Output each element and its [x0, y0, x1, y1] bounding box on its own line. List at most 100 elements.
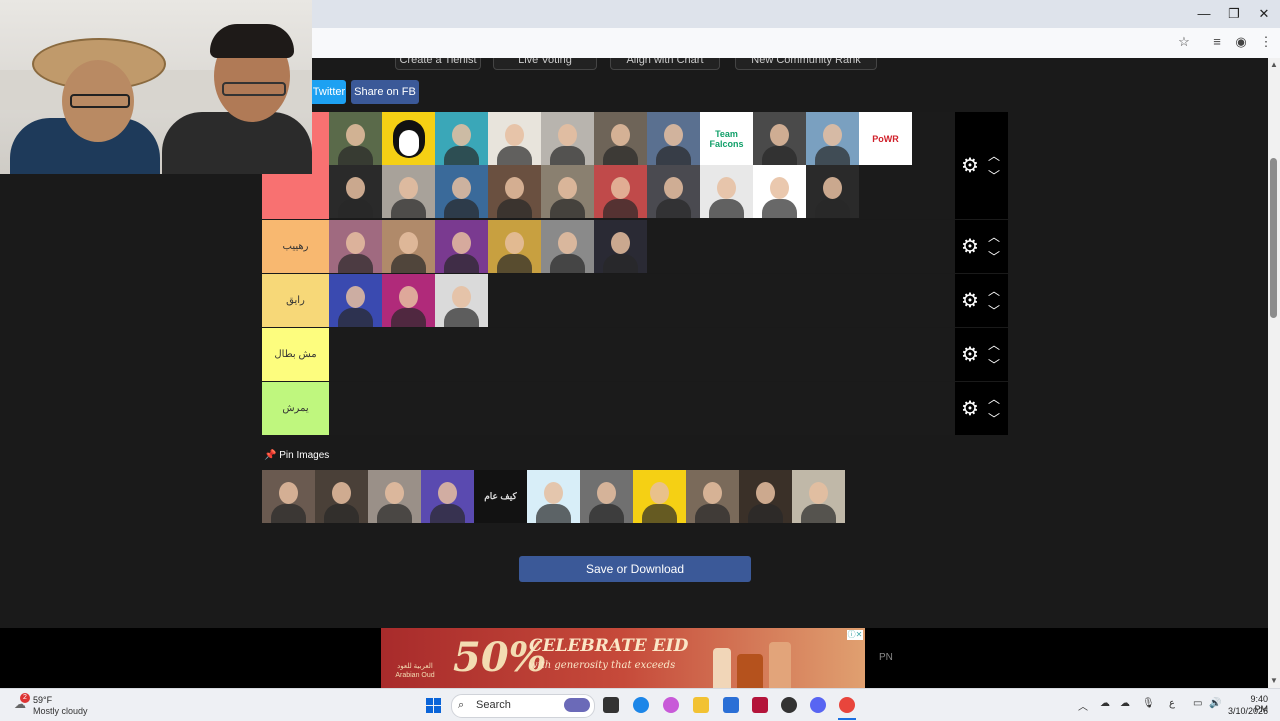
scrollbar[interactable]: ▲ ▼: [1268, 58, 1280, 688]
profile-icon[interactable]: ◉: [1232, 34, 1250, 50]
media-icon[interactable]: ≡: [1208, 34, 1226, 50]
star-icon[interactable]: ☆: [1175, 34, 1193, 50]
tier-label[interactable]: رايق: [262, 274, 329, 327]
obs-icon[interactable]: [781, 697, 797, 713]
tier-item-image[interactable]: [753, 165, 806, 218]
gear-icon[interactable]: ⚙: [959, 398, 981, 420]
file-explorer-icon[interactable]: [693, 697, 709, 713]
close-button[interactable]: ✕: [1249, 4, 1279, 24]
discord-icon[interactable]: [810, 697, 826, 713]
pin-image[interactable]: [633, 470, 686, 523]
minimize-button[interactable]: —: [1189, 4, 1219, 24]
tier-item-image[interactable]: [594, 112, 647, 165]
chevron-down-icon[interactable]: ﹀: [987, 170, 1001, 182]
tier-item-image[interactable]: [435, 165, 488, 218]
live-voting-button[interactable]: Live Voting: [493, 58, 597, 70]
tier-item-image[interactable]: [488, 220, 541, 273]
tier-item-image[interactable]: [329, 220, 382, 273]
tier-item-image[interactable]: [753, 112, 806, 165]
store-icon[interactable]: [723, 697, 739, 713]
tier-label[interactable]: رهييب: [262, 220, 329, 273]
tier-item-image[interactable]: [435, 112, 488, 165]
share-facebook-button[interactable]: Share on FB: [351, 80, 419, 104]
tier-item-image[interactable]: [594, 220, 647, 273]
tier-item-image[interactable]: [382, 165, 435, 218]
tier-item-image[interactable]: [488, 112, 541, 165]
chevron-up-icon[interactable]: ︿: [1078, 698, 1088, 713]
create-tierlist-button[interactable]: Create a Tierlist: [395, 58, 481, 70]
chevron-down-icon[interactable]: ﹀: [987, 413, 1001, 425]
pin-image[interactable]: [580, 470, 633, 523]
tier-label[interactable]: مش بطال: [262, 328, 329, 381]
pin-image[interactable]: [262, 470, 315, 523]
tier-item-image[interactable]: [594, 165, 647, 218]
network-icon[interactable]: ▭: [1193, 698, 1202, 709]
onedrive-icon[interactable]: ☁: [1100, 698, 1110, 709]
task-view-icon[interactable]: [603, 697, 619, 713]
pin-image[interactable]: [368, 470, 421, 523]
chevron-down-icon[interactable]: ﹀: [987, 251, 1001, 263]
tier-item-image[interactable]: [806, 165, 859, 218]
pin-image[interactable]: كيف عام: [474, 470, 527, 523]
tier-item-image[interactable]: [541, 165, 594, 218]
copilot-icon[interactable]: [663, 697, 679, 713]
tier-item-image[interactable]: [382, 112, 435, 165]
tier-item-image[interactable]: [435, 274, 488, 327]
weather-temp[interactable]: 59°F: [33, 695, 52, 705]
ad-close-button[interactable]: ⓘ✕: [847, 630, 863, 640]
tier-item-image[interactable]: PoWR: [859, 112, 912, 165]
chevron-down-icon[interactable]: ﹀: [987, 305, 1001, 317]
gear-icon[interactable]: ⚙: [959, 155, 981, 177]
pin-image[interactable]: [739, 470, 792, 523]
align-chart-button[interactable]: Align with Chart: [610, 58, 720, 70]
scroll-down-arrow[interactable]: ▼: [1269, 676, 1279, 686]
community-rank-button[interactable]: New Community Rank: [735, 58, 877, 70]
weather-desc[interactable]: Mostly cloudy: [33, 706, 88, 716]
chevron-up-icon[interactable]: ︿: [987, 285, 1001, 297]
microphone-icon[interactable]: 🎙: [1142, 698, 1155, 709]
ad-banner[interactable]: العربية للعود Arabian Oud 50% CELEBRATE …: [381, 628, 865, 688]
chevron-up-icon[interactable]: ︿: [987, 393, 1001, 405]
restore-button[interactable]: ❐: [1219, 4, 1249, 24]
scrollbar-thumb[interactable]: [1270, 158, 1277, 318]
tier-item-image[interactable]: [382, 220, 435, 273]
share-twitter-button[interactable]: Twitter: [312, 80, 346, 104]
start-button[interactable]: [426, 698, 441, 713]
gear-icon[interactable]: ⚙: [959, 290, 981, 312]
tier-item-image[interactable]: Team Falcons: [700, 112, 753, 165]
scroll-up-arrow[interactable]: ▲: [1269, 60, 1279, 70]
cloud-sync-icon[interactable]: ☁: [1120, 698, 1130, 709]
volume-icon[interactable]: 🔊: [1209, 698, 1221, 709]
tier-item-image[interactable]: [329, 112, 382, 165]
pin-image[interactable]: [421, 470, 474, 523]
pin-image[interactable]: [686, 470, 739, 523]
tier-item-image[interactable]: [541, 112, 594, 165]
chevron-up-icon[interactable]: ︿: [987, 339, 1001, 351]
tier-item-image[interactable]: [700, 165, 753, 218]
pin-image[interactable]: [315, 470, 368, 523]
tier-item-image[interactable]: [806, 112, 859, 165]
tier-item-image[interactable]: [647, 112, 700, 165]
pin-image[interactable]: [527, 470, 580, 523]
tier-item-image[interactable]: [329, 274, 382, 327]
clock-date[interactable]: 3/10/2026: [1226, 706, 1268, 716]
edge-icon[interactable]: [633, 697, 649, 713]
gear-icon[interactable]: ⚙: [959, 344, 981, 366]
gear-icon[interactable]: ⚙: [959, 236, 981, 258]
chevron-up-icon[interactable]: ︿: [987, 231, 1001, 243]
chevron-up-icon[interactable]: ︿: [987, 150, 1001, 162]
chrome-icon[interactable]: [839, 697, 855, 713]
tier-item-image[interactable]: [647, 165, 700, 218]
tier-item-image[interactable]: [488, 165, 541, 218]
language-indicator[interactable]: ع: [1169, 698, 1175, 709]
acrobat-icon[interactable]: [752, 697, 768, 713]
save-download-button[interactable]: Save or Download: [519, 556, 751, 582]
chevron-down-icon[interactable]: ﹀: [987, 359, 1001, 371]
taskbar-search[interactable]: ⌕ Search: [451, 694, 595, 718]
tier-item-image[interactable]: [541, 220, 594, 273]
tier-label[interactable]: يمرش: [262, 382, 329, 435]
tier-item-image[interactable]: [435, 220, 488, 273]
tier-item-image[interactable]: [329, 165, 382, 218]
pin-image[interactable]: [792, 470, 845, 523]
tier-item-image[interactable]: [382, 274, 435, 327]
